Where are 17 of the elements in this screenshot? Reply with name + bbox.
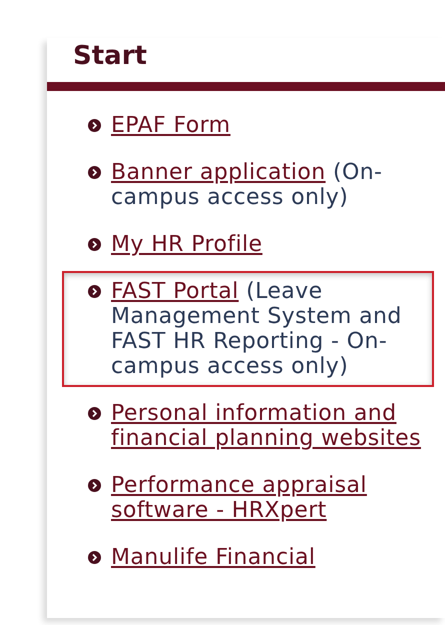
link[interactable]: My HR Profile — [111, 232, 430, 257]
link[interactable]: FAST Portal — [111, 279, 239, 304]
arrow-bullet-icon — [88, 285, 101, 298]
link[interactable]: Performance appraisal software - HRXpert — [111, 473, 430, 523]
section-heading: Start — [72, 40, 148, 73]
list-item-text: Banner application (On-campus access only) — [111, 160, 384, 210]
link[interactable]: Personal information and financial planning websites — [111, 401, 430, 451]
arrow-bullet-icon — [88, 551, 101, 564]
arrow-bullet-icon — [88, 407, 101, 420]
arrow-bullet-icon — [88, 119, 101, 132]
arrow-bullet-icon — [88, 238, 101, 251]
link[interactable]: Manulife Financial — [111, 545, 430, 570]
link[interactable]: Banner application — [111, 160, 326, 185]
link[interactable]: EPAF Form — [111, 113, 430, 138]
arrow-bullet-icon — [88, 479, 101, 492]
arrow-bullet-icon — [88, 166, 101, 179]
list-item-text: FAST Portal (Leave Management System and FAST HR Reporting - On-campus access only) — [111, 279, 403, 379]
